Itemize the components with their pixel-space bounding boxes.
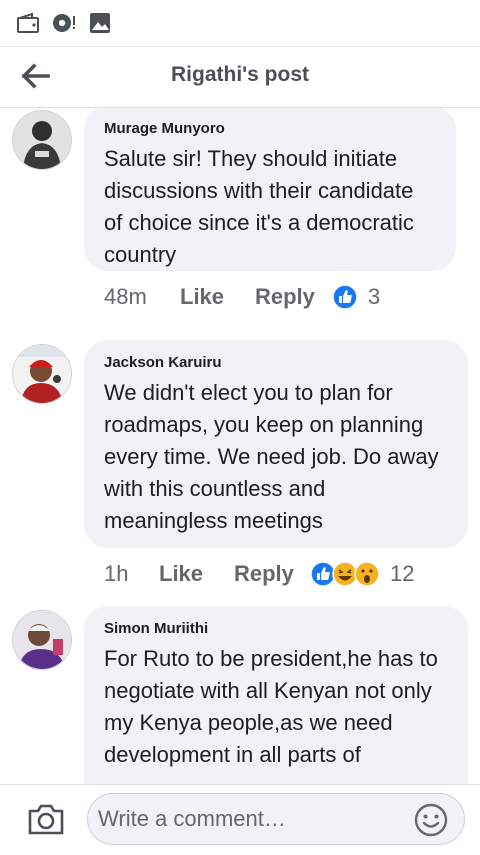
comment-bubble[interactable]: Murage Munyoro Salute sir! They should i… xyxy=(84,108,456,271)
reply-button[interactable]: Reply xyxy=(234,556,294,592)
comment-time: 1h xyxy=(104,561,129,586)
comment-actions: 48m Like Reply 3 xyxy=(104,279,464,315)
comment-text: We didn't elect you to plan for roadmaps… xyxy=(104,380,439,533)
comment-author[interactable]: Jackson Karuiru xyxy=(104,354,448,371)
comment-author[interactable]: Simon Muriithi xyxy=(104,620,448,637)
like-button[interactable]: Like xyxy=(159,556,203,592)
comment-bubble[interactable]: Simon Muriithi For Ruto to be president,… xyxy=(84,606,468,784)
comment-composer xyxy=(0,784,480,855)
comment-author[interactable]: Murage Munyoro xyxy=(104,120,436,137)
chat-notification-icon xyxy=(53,14,75,32)
image-notification-icon xyxy=(90,13,110,33)
comment-text: Salute sir! They should initiate discuss… xyxy=(104,146,414,267)
avatar[interactable] xyxy=(12,610,72,670)
like-reaction-icon[interactable] xyxy=(332,284,358,310)
comment-input[interactable] xyxy=(87,793,465,845)
camera-icon[interactable] xyxy=(26,801,66,837)
wow-reaction-icon xyxy=(354,561,380,587)
comment-time: 48m xyxy=(104,284,147,309)
haha-reaction-icon xyxy=(332,561,358,587)
like-reaction-icon xyxy=(310,561,336,587)
comment-actions: 1h Like Reply 12 xyxy=(104,556,464,592)
post-header: Rigathi's post xyxy=(0,47,480,108)
avatar[interactable] xyxy=(12,110,72,170)
arrow-left-icon[interactable] xyxy=(20,59,54,93)
reaction-count[interactable]: 3 xyxy=(368,279,380,315)
reaction-count[interactable]: 12 xyxy=(390,556,414,592)
smiley-emoji-icon[interactable] xyxy=(413,802,449,838)
comment-bubble[interactable]: Jackson Karuiru We didn't elect you to p… xyxy=(84,340,468,548)
comment-text: For Ruto to be president,he has to negot… xyxy=(104,646,438,767)
wallet-notification-icon xyxy=(17,12,39,33)
reactions-icons[interactable] xyxy=(310,561,384,587)
like-button[interactable]: Like xyxy=(180,279,224,315)
page-title: Rigathi's post xyxy=(171,63,309,86)
reply-button[interactable]: Reply xyxy=(255,279,315,315)
comments-feed[interactable]: Murage Munyoro Salute sir! They should i… xyxy=(0,108,480,784)
avatar[interactable] xyxy=(12,344,72,404)
status-bar xyxy=(0,0,480,47)
